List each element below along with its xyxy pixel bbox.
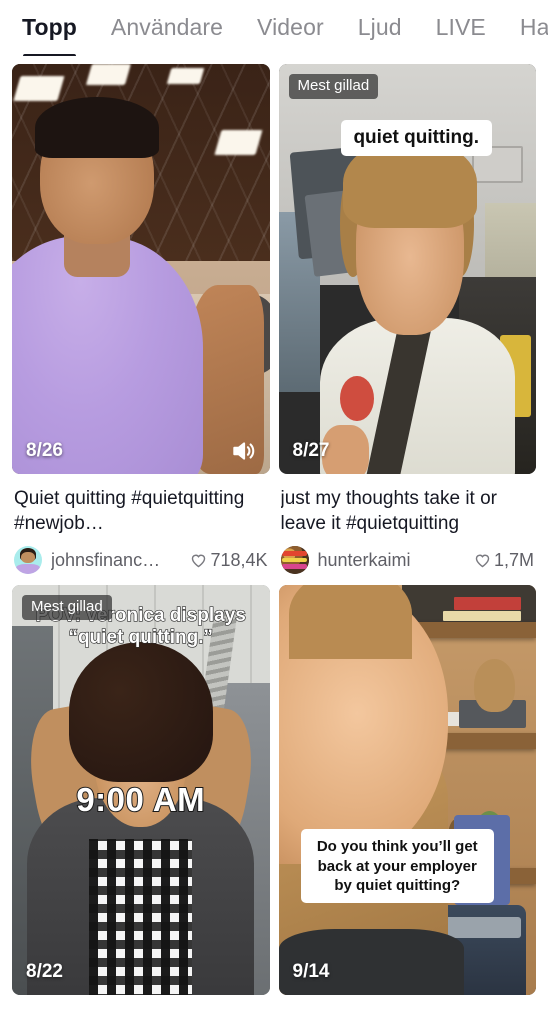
video-meta: hunterkaimi 1,7M [280, 545, 534, 575]
tab-live[interactable]: LIVE [436, 15, 486, 41]
video-caption: Quiet quitting #quietquitting #newjob… [14, 488, 245, 535]
most-liked-badge: Mest gillad [288, 74, 379, 99]
tab-anvandare[interactable]: Användare [111, 15, 223, 41]
video-meta: johnsfinanc… 718,4K [14, 545, 268, 575]
like-count-value: 718,4K [210, 549, 268, 570]
like-count-value: 1,7M [493, 549, 534, 570]
like-count: 718,4K [184, 549, 268, 571]
video-thumbnail[interactable]: Do you think you’ll get back at your emp… [278, 585, 536, 995]
search-result-tabs[interactable]: Topp Användare Videor Ljud LIVE Hash [0, 0, 548, 56]
video-overlay-time: 9:00 AM [75, 780, 206, 819]
video-date: 8/26 [26, 440, 63, 461]
video-card[interactable]: 8/26 Quiet quitting #quietquitting #newj… [12, 64, 270, 575]
heart-icon [475, 554, 490, 567]
video-author[interactable]: johnsfinanc… [51, 550, 160, 571]
heart-icon [192, 554, 206, 567]
like-count: 1,7M [468, 550, 534, 571]
thumbnail-image [12, 64, 270, 474]
video-card[interactable]: Mest gillad quiet quitting. 8/27 just my… [278, 64, 536, 575]
video-author[interactable]: hunterkaimi [318, 550, 411, 571]
tab-videor[interactable]: Videor [257, 15, 324, 41]
video-card[interactable]: POV: veronica displays “quiet quitting.”… [12, 585, 270, 995]
avatar[interactable] [280, 546, 309, 574]
video-date: 9/14 [292, 961, 330, 982]
tab-ljud[interactable]: Ljud [358, 15, 402, 41]
video-thumbnail[interactable]: 8/26 [12, 64, 270, 474]
video-overlay-text: Do you think you’ll get back at your emp… [300, 829, 494, 903]
video-date: 8/27 [292, 440, 330, 461]
video-caption: just my thoughts take it or leave it #qu… [280, 488, 498, 535]
video-thumbnail[interactable]: Mest gillad quiet quitting. 8/27 [278, 64, 536, 474]
speaker-icon[interactable] [230, 438, 256, 464]
video-date: 8/22 [26, 961, 63, 982]
tab-hashtags[interactable]: Hash [520, 15, 548, 41]
tab-topp[interactable]: Topp [22, 15, 77, 56]
video-thumbnail[interactable]: POV: veronica displays “quiet quitting.”… [12, 585, 270, 995]
video-results-grid: 8/26 Quiet quitting #quietquitting #newj… [0, 56, 548, 995]
most-liked-badge: Mest gillad [22, 595, 112, 620]
video-card[interactable]: Do you think you’ll get back at your emp… [278, 585, 536, 995]
thumbnail-image [278, 585, 536, 995]
avatar[interactable] [14, 546, 42, 574]
video-overlay-text: quiet quitting. [340, 120, 492, 157]
